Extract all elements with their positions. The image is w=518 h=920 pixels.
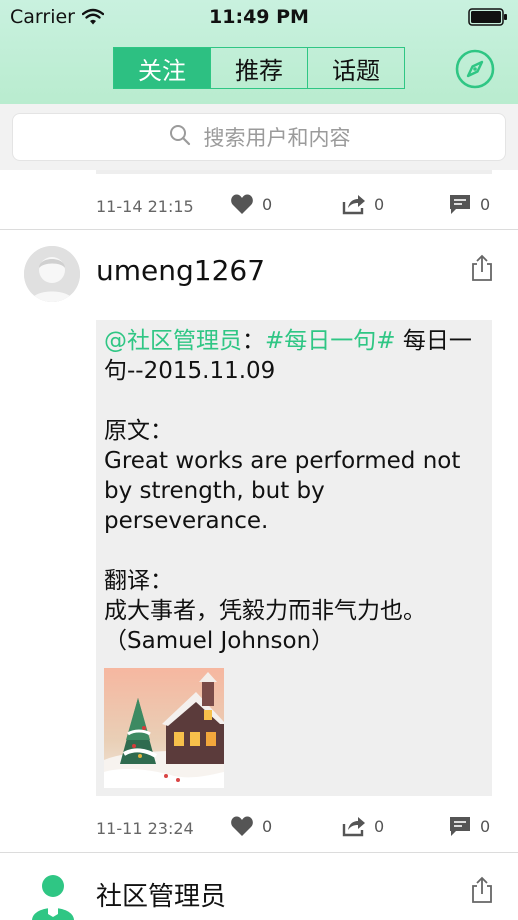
post-timestamp: 11-14 21:15 <box>96 197 194 216</box>
forward-icon <box>342 193 366 215</box>
share-icon[interactable] <box>470 254 494 286</box>
forward-button[interactable]: 0 <box>342 193 384 215</box>
tab-topics[interactable]: 话题 <box>308 48 404 88</box>
post-image[interactable] <box>104 668 224 788</box>
post-divider <box>0 852 518 853</box>
like-button[interactable]: 0 <box>230 193 272 215</box>
search-placeholder: 搜索用户和内容 <box>203 126 351 150</box>
like-count: 0 <box>262 816 273 836</box>
mention-link[interactable]: @社区管理员 <box>104 328 242 354</box>
post-username[interactable]: umeng1267 <box>96 254 265 287</box>
status-bar: Carrier 11:49 PM <box>0 0 518 34</box>
previous-post-actions: 11-14 21:15 0 0 0 <box>0 193 518 223</box>
post-divider <box>0 229 518 230</box>
share-icon[interactable] <box>470 876 494 908</box>
original-label: 原文： <box>104 418 173 444</box>
post-timestamp: 11-11 23:24 <box>96 819 194 838</box>
forward-button[interactable]: 0 <box>342 815 384 837</box>
admin-avatar-icon[interactable] <box>30 872 76 920</box>
comment-count: 0 <box>480 194 491 214</box>
mention-separator: ： <box>242 328 265 354</box>
original-text: Great works are performed not by strengt… <box>104 448 468 534</box>
post-actions: 11-11 23:24 0 0 0 <box>0 815 518 845</box>
battery-icon <box>468 8 508 30</box>
like-button[interactable]: 0 <box>230 815 272 837</box>
heart-icon <box>230 815 254 837</box>
feed-tab-switcher: 关注 推荐 话题 <box>113 47 405 89</box>
like-count: 0 <box>262 194 273 214</box>
search-input[interactable]: 搜索用户和内容 <box>12 113 506 161</box>
header: Carrier 11:49 PM 关注 推荐 话题 <box>0 0 518 104</box>
tab-recommended[interactable]: 推荐 <box>211 48 308 88</box>
comment-count: 0 <box>480 816 491 836</box>
avatar[interactable] <box>24 246 80 302</box>
comment-button[interactable]: 0 <box>448 815 490 837</box>
forward-count: 0 <box>374 194 385 214</box>
comment-button[interactable]: 0 <box>448 193 490 215</box>
search-icon <box>168 123 192 151</box>
previous-post-content-edge <box>96 170 492 174</box>
topic-link[interactable]: #每日一句# <box>265 328 396 354</box>
post-content[interactable]: @社区管理员：#每日一句# 每日一句--2015.11.09 原文： Great … <box>96 320 492 796</box>
post-username[interactable]: 社区管理员 <box>96 876 226 913</box>
translation-label: 翻译： <box>104 568 173 594</box>
search-bar-area: 搜索用户和内容 <box>0 104 518 170</box>
compass-icon[interactable] <box>454 48 496 94</box>
heart-icon <box>230 193 254 215</box>
comment-icon <box>448 193 472 215</box>
forward-count: 0 <box>374 816 385 836</box>
translation-text: 成大事者，凭毅力而非气力也。（Samuel Johnson） <box>104 598 426 654</box>
status-time: 11:49 PM <box>209 6 309 28</box>
comment-icon <box>448 815 472 837</box>
tab-following[interactable]: 关注 <box>114 48 211 88</box>
post-text: @社区管理员：#每日一句# 每日一句--2015.11.09 原文： Great … <box>104 326 484 656</box>
forward-icon <box>342 815 366 837</box>
